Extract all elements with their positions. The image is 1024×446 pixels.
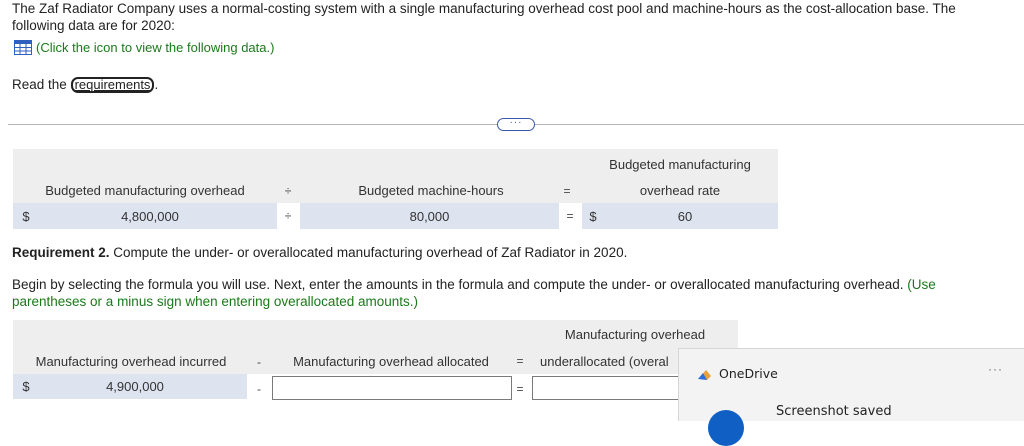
alloc-col3-header-line2: underallocated (overal bbox=[540, 353, 669, 369]
toast-status-icon bbox=[708, 410, 744, 446]
rate-row-op2: = bbox=[566, 209, 574, 223]
rate-col2-header: Budgeted machine-hours bbox=[358, 183, 504, 198]
read-requirements: Read the requirements. bbox=[12, 77, 158, 93]
allocated-input[interactable] bbox=[272, 376, 512, 400]
alloc-col3-header-line1: Manufacturing overhead bbox=[564, 327, 706, 342]
rate-currency3: $ bbox=[589, 208, 597, 224]
alloc-currency1: $ bbox=[22, 379, 30, 394]
rate-col3-header-line2: overhead rate bbox=[639, 183, 721, 198]
requirement-title: Requirement 2. bbox=[12, 245, 110, 260]
result-input[interactable] bbox=[532, 376, 684, 400]
rate-col3-header-line1: Budgeted manufacturing bbox=[609, 156, 751, 172]
requirement-heading: Requirement 2. Compute the under- or ove… bbox=[12, 245, 627, 260]
instructions-text: Begin by selecting the formula you will … bbox=[12, 277, 904, 292]
problem-intro: The Zaf Radiator Company uses a normal-c… bbox=[12, 1, 956, 33]
rate-op1: ÷ bbox=[284, 183, 292, 198]
read-prefix: Read the bbox=[12, 77, 67, 92]
rate-value1: 4,800,000 bbox=[121, 208, 179, 224]
requirement-text: Compute the under- or overallocated manu… bbox=[109, 245, 628, 260]
onedrive-icon bbox=[698, 370, 711, 380]
rate-row-op1: ÷ bbox=[284, 209, 292, 223]
alloc-row-op2: = bbox=[516, 381, 524, 396]
view-data-label[interactable]: (Click the icon to view the following da… bbox=[36, 40, 274, 55]
rate-value3: 60 bbox=[677, 208, 693, 224]
toast-more-button[interactable]: ··· bbox=[988, 362, 1003, 376]
alloc-col2-header: Manufacturing overhead allocated bbox=[293, 353, 489, 369]
toast-message: Screenshot saved bbox=[776, 404, 892, 419]
data-table-icon[interactable] bbox=[14, 40, 32, 55]
rate-currency1: $ bbox=[22, 208, 30, 224]
toast-app-name: OneDrive bbox=[719, 366, 778, 381]
rate-op2: = bbox=[563, 183, 571, 198]
rate-col1-header: Budgeted manufacturing overhead bbox=[45, 183, 245, 198]
read-suffix: . bbox=[154, 77, 159, 92]
expand-more-button[interactable]: ··· bbox=[497, 118, 535, 131]
view-data-link[interactable]: (Click the icon to view the following da… bbox=[14, 40, 274, 55]
alloc-value1: 4,900,000 bbox=[106, 379, 164, 394]
requirement-instructions: Begin by selecting the formula you will … bbox=[12, 276, 1002, 310]
alloc-col1-header: Manufacturing overhead incurred bbox=[35, 353, 227, 369]
alloc-op2: = bbox=[516, 354, 524, 368]
rate-value2: 80,000 bbox=[409, 208, 450, 224]
alloc-op1: - bbox=[257, 355, 261, 369]
requirements-link[interactable]: requirements bbox=[70, 77, 155, 93]
alloc-row-op1: - bbox=[257, 381, 261, 396]
